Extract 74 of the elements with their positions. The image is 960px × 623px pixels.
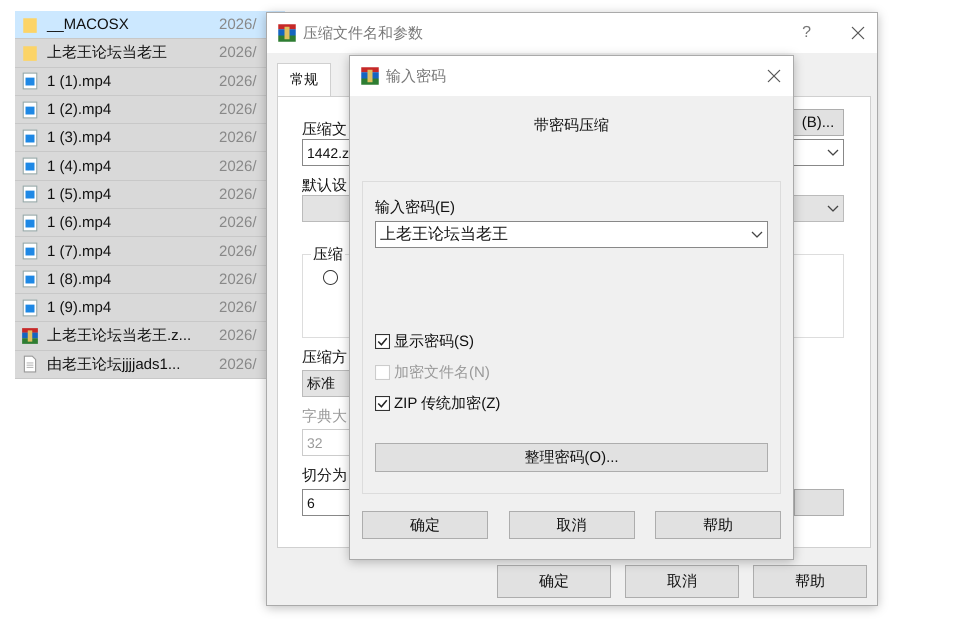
field-label: 输入密码(E) [375, 198, 455, 217]
dialog-button[interactable]: 确定 [362, 511, 488, 539]
window-title: 输入密码 [386, 66, 447, 86]
file-date: 2026/ [219, 16, 257, 34]
file-date: 2026/ [219, 214, 257, 232]
file-name: 上老王论坛当老王 [47, 43, 168, 62]
dialog-heading: 带密码压缩 [533, 116, 610, 135]
radio-button[interactable] [323, 270, 338, 285]
field-label: 压缩方 [302, 348, 347, 367]
group-label: 压缩 [311, 245, 345, 264]
field-label: 默认设 [302, 176, 347, 195]
file-name: 1 (6).mp4 [47, 214, 112, 232]
file-name: 1 (9).mp4 [47, 299, 112, 316]
file-name: 1 (2).mp4 [47, 101, 112, 118]
password-field[interactable]: 上老王论坛当老王 [375, 221, 768, 248]
file-name: 1 (3).mp4 [47, 129, 112, 146]
dialog-button[interactable]: 帮助 [753, 565, 867, 598]
tab[interactable]: 常规 [277, 63, 331, 96]
window-title: 压缩文件名和参数 [303, 24, 424, 42]
file-name: 上老王论坛当老王.z... [47, 326, 192, 346]
file-date: 2026/ [219, 158, 257, 175]
video-file-icon [21, 270, 39, 288]
folder-icon [21, 44, 39, 62]
file-name: 1 (8).mp4 [47, 270, 112, 288]
file-date: 2026/ [219, 72, 257, 90]
file-date: 2026/ [219, 299, 257, 316]
video-file-icon [21, 214, 39, 232]
checkbox-label: ZIP 传统加密(Z) [394, 394, 500, 413]
books-icon [360, 66, 380, 86]
file-name: 1 (4).mp4 [47, 158, 112, 175]
file-name: 1 (7).mp4 [47, 242, 112, 260]
file-name: 1 (1).mp4 [47, 72, 112, 90]
file-date: 2026/ [219, 101, 257, 118]
video-file-icon [21, 72, 39, 90]
archive-icon [21, 326, 39, 345]
video-file-icon [21, 242, 39, 260]
dialog-button[interactable]: 帮助 [655, 511, 781, 539]
file-date: 2026/ [219, 186, 257, 203]
close-icon[interactable] [851, 26, 865, 40]
video-file-icon [21, 185, 39, 204]
checkbox-label: 加密文件名(N) [394, 363, 490, 382]
field-label: 切分为 [302, 466, 347, 485]
books-icon [277, 23, 297, 43]
field-label: 字典大 [302, 407, 347, 426]
file-name: __MACOSX [47, 16, 130, 34]
dialog-button[interactable]: 取消 [625, 565, 739, 598]
close-icon[interactable] [767, 69, 781, 83]
chevron-icon [827, 204, 839, 212]
help-button[interactable]: ? [802, 24, 811, 42]
file-name: 由老王论坛jjjjads1... [47, 354, 182, 374]
dialog-button[interactable]: 确定 [497, 565, 611, 598]
checkbox[interactable] [375, 396, 390, 411]
file-date: 2026/ [219, 44, 257, 62]
checkbox-label: 显示密码(S) [394, 332, 474, 351]
file-date: 2026/ [219, 356, 257, 373]
checkbox[interactable] [375, 334, 390, 349]
organize-passwords-button[interactable]: 整理密码(O)... [375, 443, 768, 472]
video-file-icon [21, 298, 39, 317]
folder-icon [21, 16, 39, 34]
browse-button[interactable]: (B)... [792, 109, 844, 136]
file-date: 2026/ [219, 242, 257, 260]
video-file-icon [21, 128, 39, 147]
video-file-icon [21, 100, 39, 119]
file-row[interactable]: __MACOSX 2026/ [15, 11, 285, 40]
video-file-icon [21, 157, 39, 176]
field-label: 压缩文 [302, 120, 347, 139]
chevron-icon [827, 148, 839, 156]
file-date: 2026/ [219, 327, 257, 344]
file-name: 1 (5).mp4 [47, 186, 112, 203]
chevron-icon [751, 230, 763, 238]
document-icon [21, 355, 39, 374]
dialog-button[interactable]: 取消 [508, 511, 634, 539]
file-date: 2026/ [219, 129, 257, 146]
file-date: 2026/ [219, 270, 257, 288]
